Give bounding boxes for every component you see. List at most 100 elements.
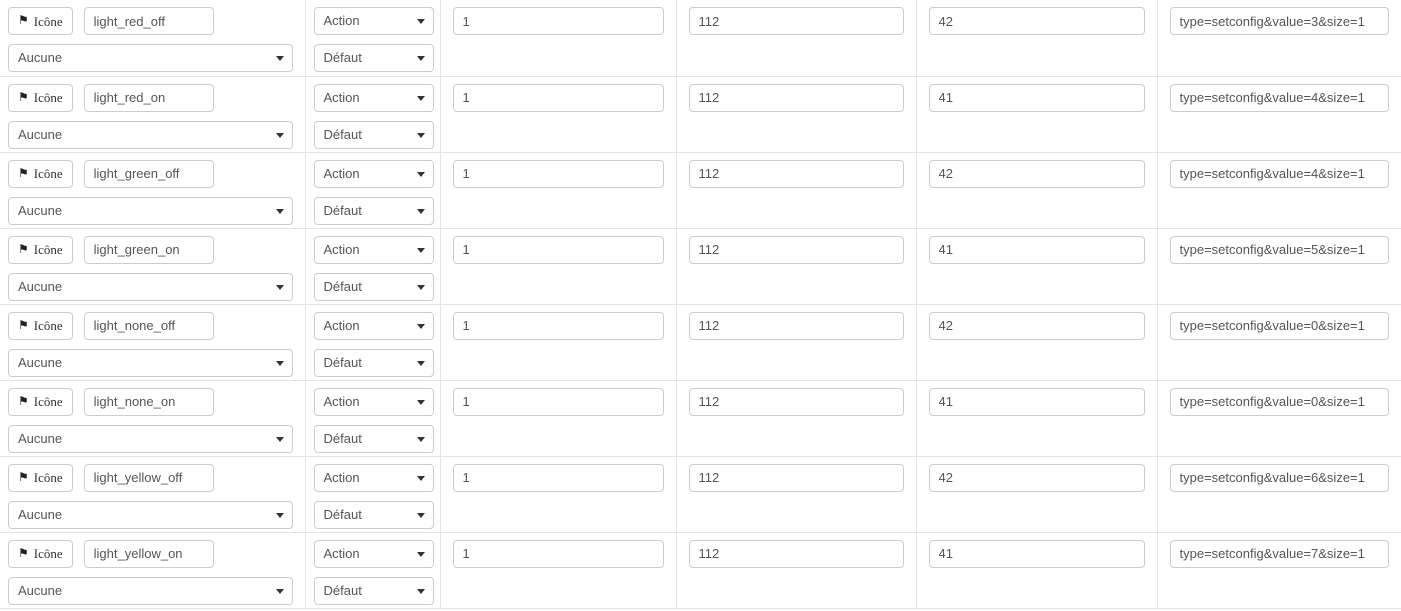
cell-node-id [440, 380, 677, 456]
flag-icon: ⚑ [18, 469, 29, 484]
icon-picker-button[interactable]: ⚑ Icône [8, 311, 73, 340]
icon-select[interactable]: Aucune [8, 500, 293, 529]
command-class-input[interactable] [688, 463, 904, 492]
cell-command-class [676, 76, 917, 152]
action-type-select[interactable]: Action [313, 463, 434, 492]
action-subtype-select[interactable]: Défaut [313, 272, 434, 301]
icon-select[interactable]: Aucune [8, 196, 293, 225]
icon-picker-button[interactable]: ⚑ Icône [8, 235, 73, 264]
action-type-label: Action [323, 89, 360, 105]
instance-input[interactable] [928, 539, 1145, 568]
instance-input[interactable] [928, 159, 1145, 188]
instance-input[interactable] [928, 235, 1145, 264]
cell-action: Action Défaut [305, 0, 441, 76]
node-id-input[interactable] [452, 387, 664, 416]
chevron-down-icon [276, 132, 284, 138]
action-type-select[interactable]: Action [313, 387, 434, 416]
command-name-input[interactable] [83, 311, 214, 340]
parameters-input[interactable] [1169, 159, 1389, 188]
command-name-input[interactable] [83, 83, 214, 112]
node-id-input[interactable] [452, 539, 664, 568]
action-subtype-select[interactable]: Défaut [313, 576, 434, 605]
node-id-input[interactable] [452, 83, 664, 112]
chevron-down-icon [416, 208, 425, 214]
command-class-input[interactable] [688, 159, 904, 188]
cell-parameters [1157, 76, 1401, 152]
action-subtype-select[interactable]: Défaut [313, 44, 434, 72]
icon-select[interactable]: Aucune [8, 272, 293, 301]
chevron-down-icon [416, 436, 425, 442]
action-type-select[interactable]: Action [313, 83, 434, 112]
instance-input[interactable] [928, 463, 1145, 492]
cell-command-class [676, 304, 917, 380]
action-subtype-label: Défaut [323, 278, 362, 294]
icon-select[interactable]: Aucune [8, 120, 293, 149]
node-id-input[interactable] [452, 159, 664, 188]
action-type-select[interactable]: Action [313, 311, 434, 340]
parameters-input[interactable] [1169, 7, 1389, 35]
icon-picker-button[interactable]: ⚑ Icône [8, 539, 73, 568]
action-subtype-select[interactable]: Défaut [313, 500, 434, 529]
command-class-input[interactable] [688, 539, 904, 568]
parameters-input[interactable] [1169, 463, 1389, 492]
parameters-input[interactable] [1169, 539, 1389, 568]
cell-command-class [676, 532, 917, 608]
icon-select[interactable]: Aucune [8, 576, 293, 605]
instance-input[interactable] [928, 387, 1145, 416]
icon-picker-button[interactable]: ⚑ Icône [8, 387, 73, 416]
command-name-input[interactable] [83, 235, 214, 264]
cell-node-id [440, 228, 677, 304]
icon-select[interactable]: Aucune [8, 348, 293, 377]
icon-picker-button[interactable]: ⚑ Icône [8, 83, 73, 112]
icon-select-label: Aucune [18, 506, 63, 522]
command-name-input[interactable] [83, 463, 214, 492]
chevron-down-icon [416, 132, 425, 138]
action-subtype-select[interactable]: Défaut [313, 424, 434, 453]
command-class-input[interactable] [688, 311, 904, 340]
chevron-down-icon [416, 56, 425, 61]
action-type-select[interactable]: Action [313, 539, 434, 568]
action-subtype-select[interactable]: Défaut [313, 196, 434, 225]
action-type-select[interactable]: Action [313, 159, 434, 188]
node-id-input[interactable] [452, 463, 664, 492]
action-type-select[interactable]: Action [313, 235, 434, 264]
parameters-input[interactable] [1169, 387, 1389, 416]
cell-parameters [1157, 456, 1401, 532]
command-class-input[interactable] [688, 83, 904, 112]
icon-select-label: Aucune [18, 582, 63, 598]
command-name-input[interactable] [83, 159, 214, 188]
command-name-input[interactable] [83, 539, 214, 568]
parameters-input[interactable] [1169, 311, 1389, 340]
instance-input[interactable] [928, 7, 1145, 35]
command-name-input[interactable] [83, 7, 214, 35]
action-subtype-select[interactable]: Défaut [313, 348, 434, 377]
instance-input[interactable] [928, 83, 1145, 112]
instance-input[interactable] [928, 311, 1145, 340]
chevron-down-icon [276, 436, 284, 442]
chevron-down-icon [276, 56, 284, 61]
command-class-input[interactable] [688, 235, 904, 264]
cell-parameters [1157, 228, 1401, 304]
action-type-select[interactable]: Action [313, 7, 434, 35]
command-class-input[interactable] [688, 387, 904, 416]
action-subtype-select[interactable]: Défaut [313, 120, 434, 149]
parameters-input[interactable] [1169, 83, 1389, 112]
cell-node-id [440, 532, 677, 608]
icon-picker-button[interactable]: ⚑ Icône [8, 7, 73, 35]
icon-select[interactable]: Aucune [8, 424, 293, 453]
node-id-input[interactable] [452, 235, 664, 264]
cell-command-class [676, 380, 917, 456]
parameters-input[interactable] [1169, 235, 1389, 264]
node-id-input[interactable] [452, 7, 664, 35]
chevron-down-icon [416, 95, 425, 101]
icon-picker-label: Icône [33, 394, 63, 409]
table-row: ⚑ Icône Aucune Action [0, 380, 1401, 456]
icon-picker-button[interactable]: ⚑ Icône [8, 159, 73, 188]
command-class-input[interactable] [688, 7, 904, 35]
icon-picker-button[interactable]: ⚑ Icône [8, 463, 73, 492]
icon-picker-label: Icône [33, 546, 63, 561]
cell-icon-name: ⚑ Icône Aucune [0, 380, 306, 456]
node-id-input[interactable] [452, 311, 664, 340]
icon-select[interactable]: Aucune [8, 44, 293, 72]
command-name-input[interactable] [83, 387, 214, 416]
